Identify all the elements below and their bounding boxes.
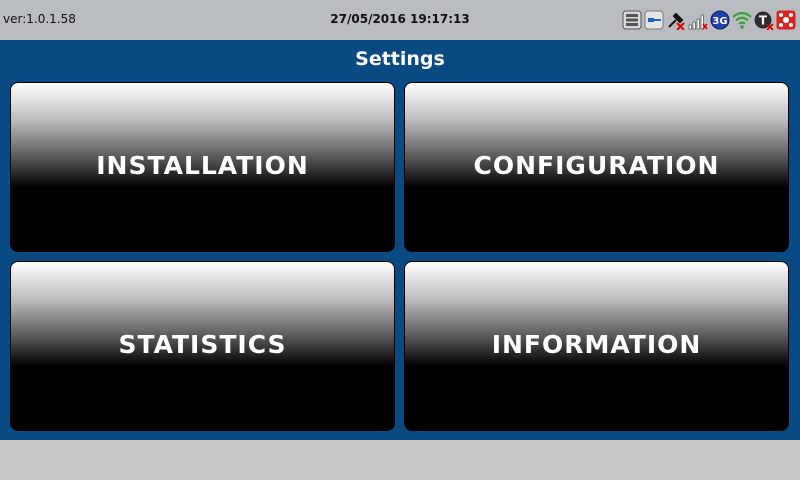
gps-disabled-icon bbox=[668, 12, 685, 30]
statistics-button[interactable]: STATISTICS bbox=[10, 261, 395, 431]
3g-icon-label: 3G bbox=[712, 16, 727, 27]
storage-icon bbox=[622, 10, 642, 30]
card-reader-icon bbox=[644, 10, 664, 30]
configuration-button[interactable]: CONFIGURATION bbox=[404, 82, 789, 252]
tracking-disabled-icon: T bbox=[754, 11, 774, 30]
signal-strength-icon bbox=[688, 14, 708, 30]
configuration-button-label: CONFIGURATION bbox=[473, 151, 720, 180]
status-bar: ver:1.0.1.58 27/05/2016 19:17:13 3G T bbox=[0, 0, 800, 40]
tracking-icon-label: T bbox=[759, 14, 768, 28]
settings-panel: Settings INSTALLATION CONFIGURATION STAT… bbox=[0, 40, 800, 440]
wifi-icon bbox=[732, 11, 752, 29]
3g-icon: 3G bbox=[710, 10, 730, 30]
page-title: Settings bbox=[355, 48, 445, 70]
installation-button[interactable]: INSTALLATION bbox=[10, 82, 395, 252]
status-icons: 3G T bbox=[622, 9, 796, 31]
installation-button-label: INSTALLATION bbox=[96, 151, 309, 180]
information-button[interactable]: INFORMATION bbox=[404, 261, 789, 431]
information-button-label: INFORMATION bbox=[491, 330, 702, 359]
statistics-button-label: STATISTICS bbox=[118, 330, 287, 359]
alarm-icon bbox=[776, 10, 796, 30]
